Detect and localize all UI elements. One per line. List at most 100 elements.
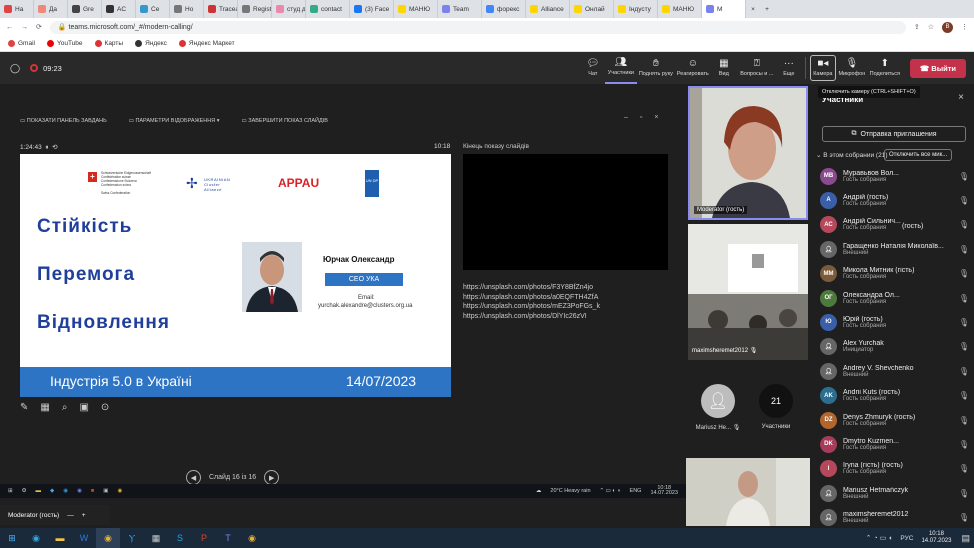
minus-icon[interactable]: — (67, 512, 74, 519)
close-icon[interactable]: × (958, 92, 964, 103)
participant-row[interactable]: 👤︎ Alex Yurchak Инициатор 🎙︎ (820, 335, 970, 359)
browser-tab[interactable]: (3) Face (350, 0, 394, 18)
reload-icon[interactable]: ⟳ (36, 23, 42, 31)
reset-icon[interactable]: ⟲ (50, 144, 57, 151)
next-slide-icon[interactable]: ▶ (264, 470, 280, 485)
notes-link[interactable]: https://unsplash.com/photos/a0EQFTH4ZfA (463, 293, 600, 303)
back-icon[interactable]: ← (6, 24, 13, 31)
restore-icon[interactable]: ▫ (640, 114, 642, 121)
browser-tab[interactable]: Alliance (526, 0, 570, 18)
browser-tab[interactable]: форекс (482, 0, 526, 18)
mute-all-button[interactable]: Отключить все мик... (884, 149, 953, 161)
word-icon[interactable]: W (72, 528, 96, 548)
powerpoint-icon[interactable]: P (192, 528, 216, 548)
browser-tab[interactable]: Дa (34, 0, 68, 18)
browser-tab[interactable]: МАНЮ (658, 0, 702, 18)
notifications-icon[interactable]: ▤ (961, 533, 970, 544)
url-field[interactable]: 🔒 teams.microsoft.com/_#/modern-calling/ (49, 20, 906, 34)
microphone-button[interactable]: 🎙︎ Микрофон (836, 52, 868, 84)
more-button[interactable]: ··· Еще (777, 52, 801, 84)
participant-row[interactable]: DZ Denys Zhmuryk (гость) Гость собрания 🎙︎ (820, 408, 970, 432)
participant-row[interactable]: ОГ Олександра Ол... Гость собрания 🎙︎ (820, 286, 970, 310)
chrome-icon[interactable]: ◉ (96, 528, 120, 548)
browser-tab[interactable]: Ha (0, 0, 34, 18)
vs-code-icon[interactable]: Ⲩ (120, 528, 144, 548)
browser-tab[interactable]: Но (170, 0, 204, 18)
participant-row[interactable]: 👤︎ Гаращенко Наталія Миколаїв... Внешний 🎙︎ (820, 237, 970, 261)
browser-tab[interactable]: М (702, 0, 746, 18)
file-explorer-icon[interactable]: ▬ (48, 528, 72, 548)
browser-tab[interactable]: contact (306, 0, 350, 18)
participant-row[interactable]: I Iryna (гість) (гость) Гость собрания 🎙︎ (820, 457, 970, 481)
maxim-video-tile[interactable]: maximsheremet2012 🎙︎ (688, 224, 808, 360)
bookmark-item[interactable]: YouTube (46, 40, 83, 47)
subtitle-icon[interactable]: ▣ (79, 402, 88, 413)
mariusz-tile[interactable]: 👤︎ Mariusz He... 🎙︎ (694, 384, 742, 431)
browser-tab[interactable]: + (760, 0, 774, 18)
menu-icon[interactable]: ⋮ (961, 23, 968, 31)
teams-icon[interactable]: T (216, 528, 240, 548)
browser-tab[interactable]: Traceal (204, 0, 238, 18)
participants-button[interactable]: 👥︎ Участники (604, 52, 637, 84)
chat-button[interactable]: 💬︎ Чат (581, 52, 605, 84)
pen-icon[interactable]: ✎ (20, 402, 28, 413)
camera-button[interactable]: ■◂ Камера (809, 55, 836, 81)
browser-tab[interactable]: МАНЮ (394, 0, 438, 18)
more-options-icon[interactable]: ⊙ (101, 402, 109, 413)
plus-icon[interactable]: + (82, 512, 86, 519)
notes-link[interactable]: https://unsplash.com/photos/mEZ3PoFGs_k (463, 302, 600, 312)
browser-tab[interactable]: AC (102, 0, 136, 18)
notes-link[interactable]: https://unsplash.com/photos/DlYIc26zVI (463, 312, 600, 322)
participant-row[interactable]: ММ Микола Митник (гість) Гость собрания 🎙︎ (820, 262, 970, 286)
participant-row[interactable]: 👤︎ maximsheremet2012 Внешний 🎙︎ (820, 506, 970, 530)
meeting-section-header[interactable]: ⌄ В этом собрании (21) (816, 151, 887, 159)
skype-icon[interactable]: S (168, 528, 192, 548)
participant-row[interactable]: Ю Юрій (гость) Гость собрания 🎙︎ (820, 310, 970, 334)
chrome-alt-icon[interactable]: ◉ (240, 528, 264, 548)
participant-row[interactable]: 👤︎ Andrey V. Shevchenko Внешний 🎙︎ (820, 359, 970, 383)
bookmark-item[interactable]: Яндекс (135, 40, 167, 47)
bookmark-item[interactable]: Яндекс Маркет (178, 40, 235, 47)
star-icon[interactable]: ☆ (928, 23, 934, 31)
minimize-icon[interactable]: – (624, 114, 628, 121)
react-button[interactable]: ☺ Реагировать (675, 52, 711, 84)
invite-button[interactable]: ⧉ Отправка приглашения (822, 126, 966, 142)
browser-tab[interactable]: Team (438, 0, 482, 18)
browser-tab[interactable]: × (746, 0, 760, 18)
notes-link[interactable]: https://unsplash.com/photos/F3Y8BfZn4jo (463, 283, 600, 293)
bookmark-item[interactable]: Карты (94, 40, 123, 47)
bookmark-item[interactable]: Gmail (8, 40, 35, 47)
zoom-icon[interactable]: ⌕ (62, 402, 68, 413)
browser-tab[interactable]: Registr (238, 0, 272, 18)
browser-tab[interactable]: Gre (68, 0, 102, 18)
show-taskbar-button[interactable]: ▭ ПОКАЗАТИ ПАНЕЛЬ ЗАВДАНЬ (20, 118, 107, 124)
close-icon[interactable]: × (654, 114, 658, 121)
participants-count-tile[interactable]: 21 Участники (754, 384, 798, 430)
participant-row[interactable]: AK Andrii Kuts (гость) Гость собрания 🎙︎ (820, 384, 970, 408)
self-video-tile[interactable] (686, 458, 810, 526)
calculator-icon[interactable]: ▦ (144, 528, 168, 548)
share-icon[interactable]: ⇪ (914, 23, 920, 31)
slides-grid-icon[interactable]: ▦ (40, 402, 49, 413)
browser-tab[interactable]: Се (136, 0, 170, 18)
display-settings-button[interactable]: ▭ ПАРАМЕТРИ ВІДОБРАЖЕННЯ ▾ (129, 118, 220, 124)
profile-avatar[interactable]: В (942, 21, 953, 33)
participant-row[interactable]: DK Dmytro Kuzmen... Гость собрания 🎙︎ (820, 432, 970, 456)
windows-start-icon[interactable]: ⊞ (0, 528, 24, 548)
prev-slide-icon[interactable]: ◀ (186, 470, 201, 485)
participant-row[interactable]: 👤︎ Mariusz Hetmańczyk Внешний 🎙︎ (820, 481, 970, 505)
raise-hand-button[interactable]: ✋︎ Поднять руку (637, 52, 675, 84)
browser-tab[interactable]: Індусту (614, 0, 658, 18)
edge-icon[interactable]: ◉ (24, 528, 48, 548)
forward-icon[interactable]: → (21, 24, 28, 31)
participant-row[interactable]: АС Андрій Сильнич... Гость собрания 🎙︎ (820, 213, 970, 237)
end-slideshow-button[interactable]: ▭ ЗАВЕРШИТИ ПОКАЗ СЛАЙДІВ (242, 118, 328, 124)
share-button[interactable]: ⬆ Поделиться (868, 52, 902, 84)
participant-row[interactable]: МВ Муравьвов Вол... Гость собрания 🎙︎ (820, 164, 970, 188)
participant-row[interactable]: А Андрій (гость) Гость собрания 🎙︎ (820, 188, 970, 212)
moderator-video-tile[interactable]: Moderator (гость) (688, 86, 808, 220)
qna-button[interactable]: ⍰ Вопросы и ... (737, 52, 777, 84)
view-button[interactable]: ▦ Вид (711, 52, 737, 84)
browser-tab[interactable]: Онлай (570, 0, 614, 18)
leave-button[interactable]: ☎ Выйти (909, 58, 966, 78)
